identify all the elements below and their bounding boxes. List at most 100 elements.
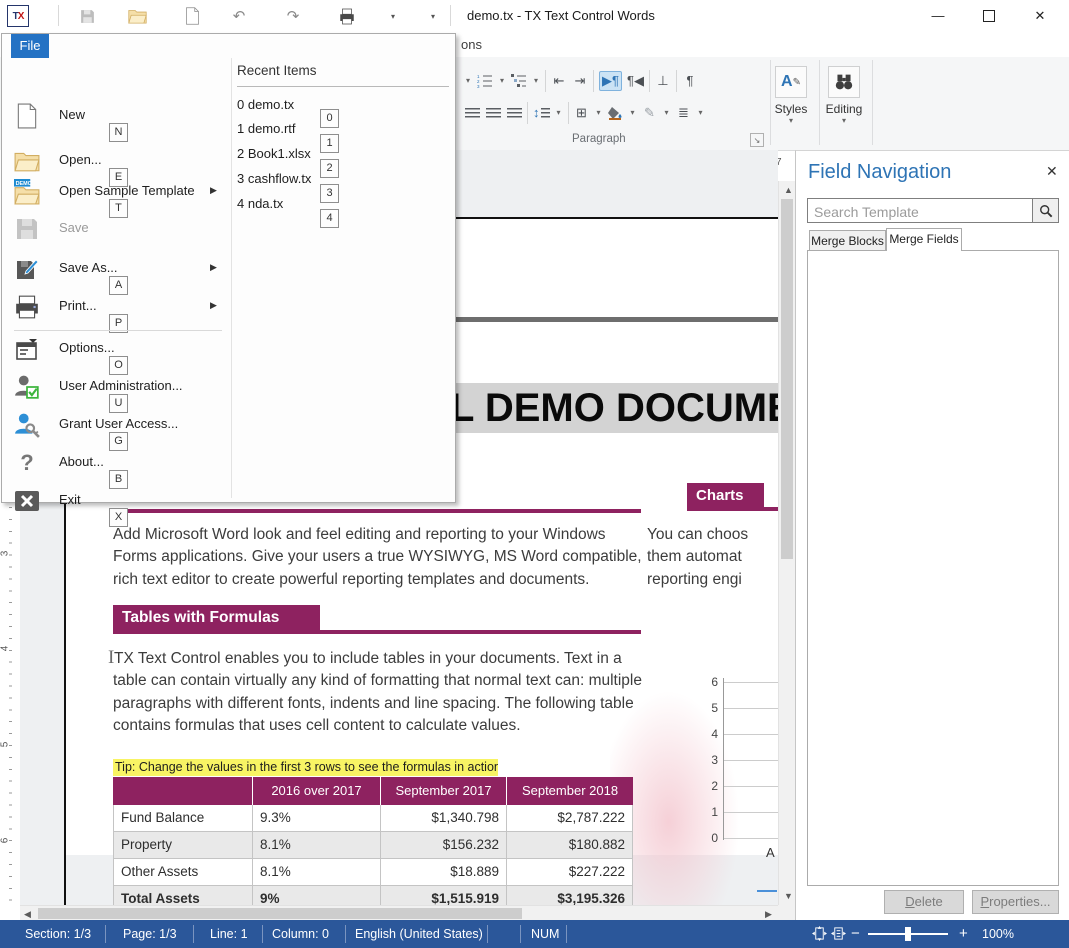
increase-indent-icon[interactable]: ⇥ xyxy=(572,72,588,90)
menu-item-print[interactable]: Print... P ▶ xyxy=(10,294,224,334)
table-header-cell: September 2018 xyxy=(507,777,633,805)
formulas-table[interactable]: 2016 over 2017 September 2017 September … xyxy=(113,777,633,905)
menu-item-exit[interactable]: Exit X xyxy=(10,488,224,528)
ribbon-row-2: ↕ ▾ ⊞ ▾ ▾ ✎ ▾ ≣ ▾ xyxy=(464,102,705,124)
open-icon[interactable] xyxy=(126,6,148,26)
recent-item[interactable]: 3 cashflow.tx xyxy=(237,171,311,186)
paragraph-dialog-launcher-icon[interactable]: ↘ xyxy=(750,133,764,147)
baseline-alignment-icon[interactable]: ⊥ xyxy=(655,72,671,90)
zoom-out-icon[interactable]: − xyxy=(851,925,860,942)
search-input[interactable] xyxy=(812,201,1031,222)
shading-caret-icon[interactable]: ▾ xyxy=(629,104,637,122)
close-button[interactable]: ✕ xyxy=(1017,0,1063,31)
merge-fields-list[interactable] xyxy=(807,250,1059,886)
redo-icon[interactable]: ↷ xyxy=(282,6,304,26)
chart-x-tick: A xyxy=(766,845,775,860)
line-style-icon[interactable]: ≣ xyxy=(676,104,692,122)
line-style-caret-icon[interactable]: ▾ xyxy=(697,104,705,122)
recent-item[interactable]: 4 nda.tx xyxy=(237,196,283,211)
table-cell: 9% xyxy=(253,886,381,905)
borders-icon[interactable]: ⊞ xyxy=(574,104,590,122)
border-pen-caret-icon[interactable]: ▾ xyxy=(663,104,671,122)
menu-item-label: Exit xyxy=(59,492,81,507)
status-column[interactable]: Column: 0 xyxy=(272,927,329,941)
chart-legend-marker xyxy=(757,890,777,892)
scroll-left-icon[interactable]: ◀ xyxy=(24,909,31,920)
align-center-icon[interactable] xyxy=(464,104,480,122)
align-right-icon[interactable] xyxy=(485,104,501,122)
status-line[interactable]: Line: 1 xyxy=(210,927,248,941)
editing-button[interactable]: Editing ▾ xyxy=(822,66,866,125)
search-button[interactable] xyxy=(1032,199,1058,222)
horizontal-scroll-thumb[interactable] xyxy=(38,908,522,919)
open-folder-icon xyxy=(14,148,40,174)
styles-button[interactable]: A✎ Styles ▾ xyxy=(769,66,813,125)
vertical-scroll-thumb[interactable] xyxy=(781,199,793,559)
border-pen-icon[interactable]: ✎ xyxy=(642,104,658,122)
properties-button[interactable]: Properties... xyxy=(972,890,1059,914)
fit-width-icon[interactable] xyxy=(831,926,846,944)
recent-item[interactable]: 0 demo.tx xyxy=(237,97,294,112)
menu-item-open-sample-template[interactable]: DEMO Open Sample Template T ▶ xyxy=(10,179,224,219)
horizontal-scrollbar[interactable]: ◀ ▶ xyxy=(20,905,778,920)
menu-item-label: Save xyxy=(59,220,89,235)
vertical-scrollbar[interactable]: ▲ ▼ xyxy=(778,181,795,905)
panel-close-icon[interactable]: ✕ xyxy=(1046,163,1058,180)
menu-item-user-administration[interactable]: User Administration... U xyxy=(10,374,224,414)
recent-item[interactable]: 1 demo.rtf xyxy=(237,121,296,136)
print-dropdown-icon[interactable]: ▾ xyxy=(382,6,404,26)
undo-icon[interactable]: ↶ xyxy=(228,6,250,26)
formatting-marks-icon[interactable]: ¶ xyxy=(682,72,698,90)
justify-icon[interactable] xyxy=(506,104,522,122)
save-icon[interactable] xyxy=(76,6,98,26)
menu-item-grant-user-access[interactable]: Grant User Access... G xyxy=(10,412,224,452)
borders-caret-icon[interactable]: ▾ xyxy=(595,104,603,122)
dropdown-caret-icon[interactable]: ▾ xyxy=(464,72,472,90)
app-logo-icon: TX xyxy=(7,5,29,27)
menu-item-save-as[interactable]: Save As... A ▶ xyxy=(10,256,224,296)
qat-customize-icon[interactable]: ▾ xyxy=(422,6,444,26)
menu-item-about[interactable]: ? About... B xyxy=(10,450,224,490)
status-language[interactable]: English (United States) xyxy=(355,927,483,941)
ruler-number: 3 xyxy=(0,551,10,557)
ribbon-tab-fragment[interactable]: ons xyxy=(461,37,482,52)
left-to-right-icon[interactable]: ▶¶ xyxy=(599,71,622,91)
print-icon[interactable] xyxy=(336,6,358,26)
table-cell: $1,515.919 xyxy=(381,886,507,905)
delete-button[interactable]: Delete xyxy=(884,890,964,914)
multilevel-list-icon[interactable] xyxy=(511,72,527,90)
scroll-right-icon[interactable]: ▶ xyxy=(765,909,772,920)
decrease-indent-icon[interactable]: ⇤ xyxy=(551,72,567,90)
line-spacing-icon[interactable]: ↕ xyxy=(533,104,550,122)
save-disabled-icon xyxy=(14,216,40,242)
right-to-left-icon[interactable]: ¶◀ xyxy=(627,72,644,90)
zoom-slider-thumb[interactable] xyxy=(905,927,911,941)
minimize-button[interactable]: — xyxy=(915,0,961,31)
scroll-up-icon[interactable]: ▲ xyxy=(784,185,793,195)
styles-icon: A✎ xyxy=(775,66,807,98)
numbered-list-caret-icon[interactable]: ▾ xyxy=(498,72,506,90)
menu-item-options[interactable]: Options... O xyxy=(10,336,224,376)
fit-page-icon[interactable] xyxy=(812,926,827,944)
exit-icon xyxy=(14,488,40,514)
status-section[interactable]: Section: 1/3 xyxy=(25,927,91,941)
menu-item-label: Grant User Access... xyxy=(59,416,178,431)
submenu-arrow-icon: ▶ xyxy=(210,185,217,196)
scroll-down-icon[interactable]: ▼ xyxy=(784,891,793,901)
zoom-in-icon[interactable]: + xyxy=(959,925,968,942)
tab-merge-blocks[interactable]: Merge Blocks xyxy=(809,230,886,251)
shading-icon[interactable] xyxy=(608,104,624,122)
line-spacing-caret-icon[interactable]: ▾ xyxy=(555,104,563,122)
menu-item-new[interactable]: New N xyxy=(10,103,224,143)
status-page[interactable]: Page: 1/3 xyxy=(123,927,177,941)
recent-item[interactable]: 2 Book1.xlsx xyxy=(237,146,311,161)
numbered-list-icon[interactable]: 123 xyxy=(477,72,493,90)
file-tab[interactable]: File xyxy=(11,34,49,58)
new-document-icon[interactable] xyxy=(181,6,203,26)
tip-highlight: Tip: Change the values in the first 3 ro… xyxy=(113,759,498,776)
tab-merge-fields[interactable]: Merge Fields xyxy=(886,228,962,251)
recent-items-header: Recent Items xyxy=(237,63,317,78)
maximize-button[interactable] xyxy=(966,0,1012,31)
keytip-badge: X xyxy=(109,508,128,527)
multilevel-list-caret-icon[interactable]: ▾ xyxy=(532,72,540,90)
